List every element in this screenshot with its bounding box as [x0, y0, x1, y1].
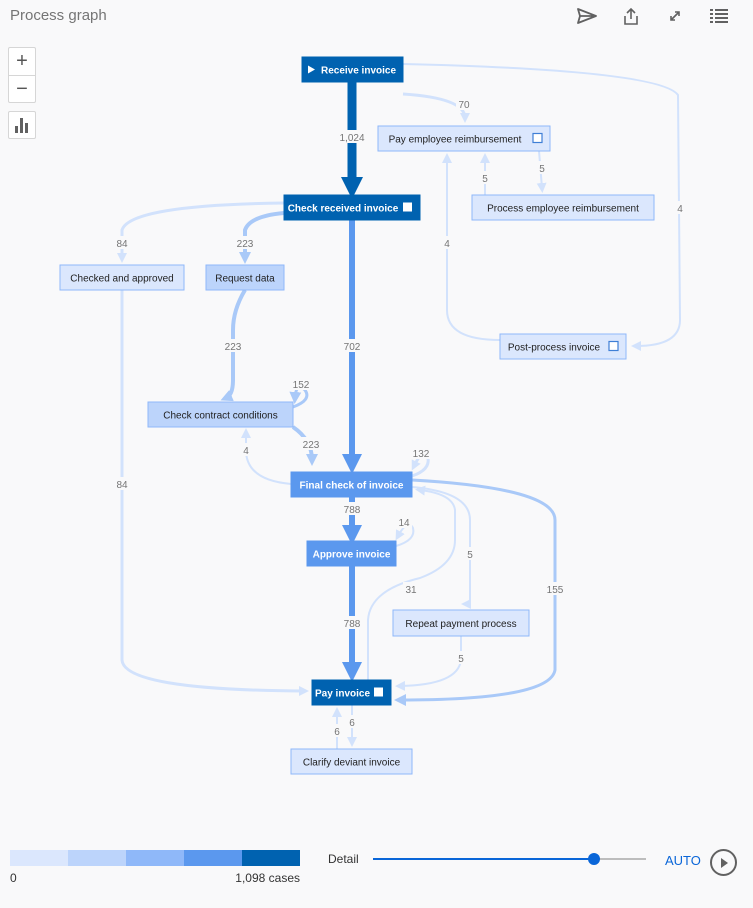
edge-count-label: 84 — [116, 239, 128, 250]
node-label: Request data — [215, 274, 275, 285]
edge-count-label: 702 — [344, 342, 361, 353]
edge-count-label: 6 — [334, 727, 340, 738]
node-checked[interactable]: Checked and approved — [59, 264, 185, 291]
edge-final-to-pay[interactable] — [394, 478, 557, 706]
node-payemp[interactable]: Pay employee reimbursement — [377, 125, 551, 152]
legend-max-label: 1,098 cases — [235, 871, 300, 885]
edge-check-to-request[interactable] — [239, 211, 285, 264]
end-marker-filled-icon — [403, 202, 412, 212]
edge-count-label: 14 — [398, 518, 410, 529]
slider-thumb[interactable] — [588, 853, 601, 865]
node-request[interactable]: Request data — [205, 264, 285, 291]
edge-count-label: 155 — [547, 585, 564, 596]
legend-level-2 — [68, 850, 126, 866]
edge-receive-to-payemp[interactable] — [402, 92, 470, 123]
edge-count-label: 5 — [458, 654, 464, 665]
edge-count-label: 70 — [458, 100, 470, 111]
edge-checked-to-pay[interactable] — [120, 290, 309, 696]
node-label: Check contract conditions — [163, 411, 278, 422]
edge-count-label: 4 — [677, 204, 683, 215]
node-label: Repeat payment process — [405, 619, 516, 630]
node-label: Post-process invoice — [508, 343, 601, 354]
legend-level-3 — [126, 850, 184, 866]
node-label: Clarify deviant invoice — [303, 758, 401, 769]
auto-button[interactable]: AUTO — [665, 853, 701, 868]
node-label: Check received invoice — [288, 204, 399, 215]
node-label: Final check of invoice — [300, 481, 404, 492]
node-procemp[interactable]: Process employee reimbursement — [471, 194, 655, 221]
edge-count-label: 223 — [237, 239, 254, 250]
legend-min-label: 0 — [10, 871, 17, 885]
node-repeat[interactable]: Repeat payment process — [392, 609, 530, 637]
detail-slider[interactable] — [373, 853, 646, 865]
edge-count-label: 5 — [539, 164, 545, 175]
node-label: Receive invoice — [321, 66, 396, 77]
legend-level-4 — [184, 850, 242, 866]
edge-count-label: 84 — [116, 480, 128, 491]
edge-count-label: 223 — [225, 342, 242, 353]
edge-count-label: 31 — [405, 585, 417, 596]
play-button[interactable] — [710, 849, 737, 876]
slider-fill — [373, 858, 595, 860]
edge-repeat-to-pay[interactable] — [395, 636, 462, 691]
edge-count-label: 5 — [467, 550, 473, 561]
process-graph: 1,024 70 4 5 5 4 84 223 702 223 152 223 4 132 788 14 788… — [59, 56, 685, 775]
edge-count-label: 4 — [243, 446, 249, 457]
edge-count-label: 788 — [344, 505, 361, 516]
node-pay[interactable]: Pay invoice — [311, 679, 392, 706]
legend-level-5 — [242, 850, 300, 866]
node-label: Process employee reimbursement — [487, 204, 639, 215]
detail-label: Detail — [328, 852, 359, 866]
play-icon — [720, 857, 728, 868]
edge-final-to-contract[interactable] — [241, 428, 292, 485]
edge-check-to-checked[interactable] — [117, 201, 285, 263]
edge-count-label: 5 — [482, 174, 488, 185]
end-marker-filled-icon — [374, 687, 383, 697]
node-postproc[interactable]: Post-process invoice — [499, 333, 627, 360]
edge-count-label: 152 — [293, 380, 310, 391]
node-label: Pay employee reimbursement — [389, 135, 522, 146]
node-clarify[interactable]: Clarify deviant invoice — [290, 748, 413, 775]
node-final[interactable]: Final check of invoice — [290, 471, 413, 498]
edge-final-to-repeat[interactable] — [411, 486, 472, 609]
edge-count-label: 223 — [303, 440, 320, 451]
node-contract[interactable]: Check contract conditions — [147, 401, 294, 428]
edge-count-label: 4 — [444, 239, 450, 250]
edge-postproc-to-payemp[interactable] — [442, 153, 501, 341]
node-label: Pay invoice — [315, 689, 370, 700]
edge-count-label: 1,024 — [339, 133, 364, 144]
edge-count-label: 132 — [413, 449, 430, 460]
node-receive[interactable]: Receive invoice — [301, 56, 404, 83]
node-label: Checked and approved — [70, 274, 173, 285]
end-marker-outline-icon — [608, 340, 619, 352]
node-approve[interactable]: Approve invoice — [306, 540, 397, 567]
edge-count-label: 6 — [349, 718, 355, 729]
end-marker-outline-icon — [532, 132, 543, 144]
node-label: Approve invoice — [313, 550, 391, 561]
legend-level-1 — [10, 850, 68, 866]
color-legend — [10, 850, 300, 866]
edge-count-label: 788 — [344, 619, 361, 630]
node-check[interactable]: Check received invoice — [283, 194, 421, 221]
